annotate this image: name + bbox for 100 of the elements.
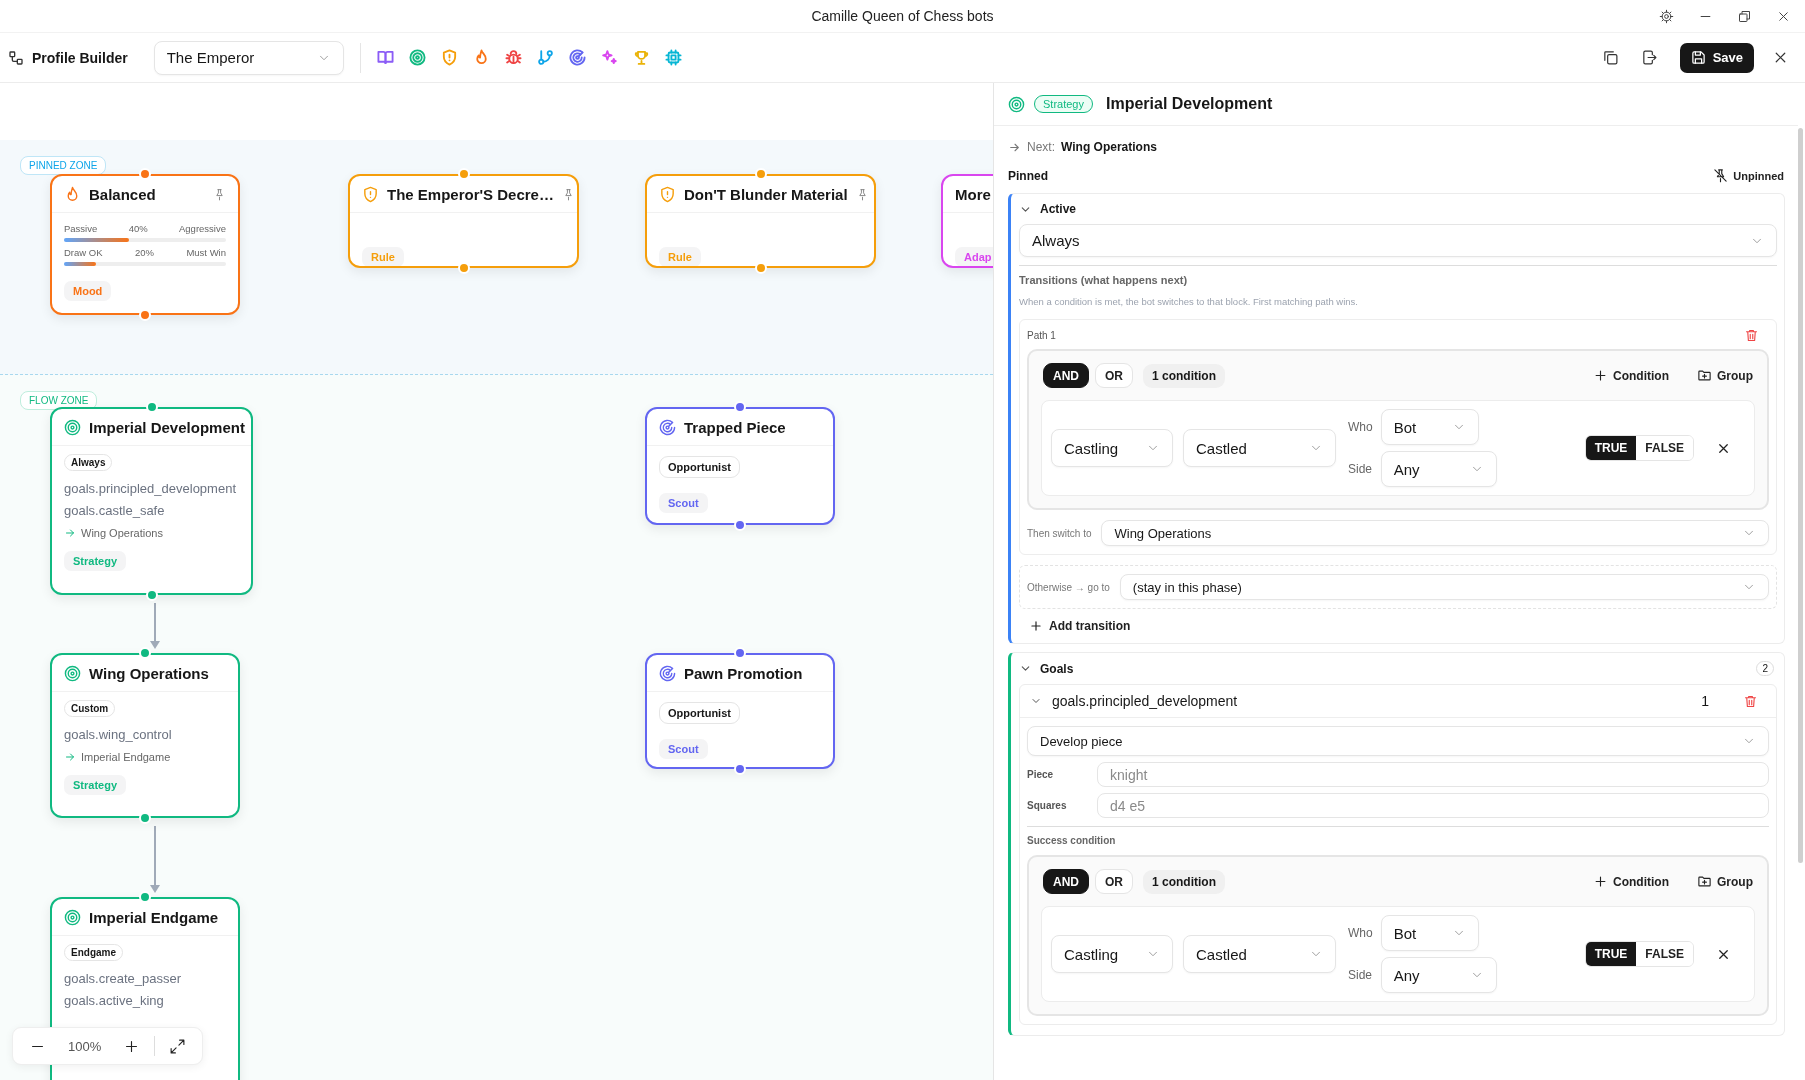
node-card[interactable]: Wing Operations Custom goals.wing_control Imperial Endgame Strategy (50, 653, 240, 818)
window-title: Camille Queen of Chess bots (811, 8, 994, 24)
add-condition-button[interactable]: Condition (1593, 874, 1669, 889)
trophy-icon[interactable] (632, 49, 650, 66)
restore-icon[interactable] (1737, 8, 1752, 24)
node-card[interactable]: Trapped Piece Opportunist Scout (645, 407, 835, 525)
node-title: Imperial Development (89, 419, 245, 436)
goal-text: goals.wing_control (64, 727, 172, 742)
category-tag: Adap (955, 247, 993, 266)
trigger-pill: Custom (64, 700, 116, 717)
truth-toggle[interactable]: TRUE (1585, 436, 1637, 460)
target-dropdown[interactable]: Wing Operations (1101, 520, 1769, 546)
input-field[interactable]: knight (1097, 762, 1769, 787)
pin-icon[interactable] (213, 188, 226, 201)
delete-icon[interactable] (1744, 328, 1759, 343)
node-title: Balanced (89, 186, 156, 203)
plus-icon (1593, 874, 1608, 889)
target-icon (64, 665, 81, 682)
chip-icon[interactable] (664, 49, 682, 66)
node-card[interactable]: Don'T Blunder Material Rule (645, 174, 876, 268)
pin-toggle[interactable]: Unpinned (1713, 168, 1784, 183)
dropdown[interactable]: Castling (1051, 935, 1173, 973)
radar-icon[interactable] (568, 49, 586, 66)
add-transition-button[interactable]: Add transition (1029, 619, 1131, 633)
save-button[interactable]: Save (1679, 42, 1754, 73)
branch-icon[interactable] (536, 49, 554, 66)
export-icon[interactable] (1640, 49, 1658, 66)
block-title: Imperial Development (1105, 95, 1273, 113)
field-label: Squares (1027, 800, 1068, 811)
action-dropdown[interactable]: Develop piece (1027, 726, 1769, 756)
slider-label: Passive (64, 223, 98, 234)
save-icon (1690, 50, 1706, 65)
section-title: Goals (1040, 661, 1074, 676)
trigger-dropdown[interactable]: Always (1019, 224, 1777, 257)
target-icon[interactable] (408, 49, 426, 66)
field-label: Piece (1027, 769, 1055, 780)
category-tag: Scout (659, 493, 708, 513)
hint-text: When a condition is met, the bot switches to that block. First matching path wins. (1019, 296, 1359, 307)
node-title: More (955, 186, 991, 203)
shield-icon (362, 186, 379, 203)
target-icon (1008, 95, 1025, 113)
plus-icon (1593, 368, 1608, 383)
dropdown[interactable]: Castled (1183, 429, 1336, 467)
trigger-pill: Endgame (64, 944, 123, 961)
target-icon (64, 419, 81, 436)
connector-arrow (150, 602, 160, 649)
dropdown[interactable]: Any (1380, 957, 1497, 993)
zone-label: PINNED ZONE (20, 156, 107, 175)
dropdown[interactable]: Bot (1380, 915, 1479, 951)
scrollbar-thumb[interactable] (1798, 128, 1803, 863)
settings-icon[interactable] (1659, 8, 1674, 24)
slider-track[interactable] (64, 238, 226, 242)
input-field[interactable]: d4 e5 (1097, 793, 1769, 818)
node-title: The Emperor'S Decre… (387, 186, 554, 203)
category-tag: Rule (362, 247, 404, 266)
add-group-button[interactable]: Group (1697, 874, 1753, 889)
book-icon[interactable] (376, 49, 394, 66)
logic-toggle[interactable]: OR (1095, 869, 1133, 894)
fit-view-icon[interactable] (169, 1037, 187, 1055)
next-value: Wing Operations (1061, 140, 1157, 154)
dropdown[interactable]: Bot (1380, 409, 1479, 445)
next-block-text: Wing Operations (81, 527, 163, 539)
slider-label: Must Win (186, 247, 226, 258)
delete-icon[interactable] (1743, 693, 1758, 709)
category-tag: Strategy (64, 775, 127, 795)
dropdown[interactable]: Castled (1183, 935, 1336, 973)
field-label: Then switch to (1027, 527, 1092, 539)
logic-toggle[interactable]: OR (1095, 363, 1133, 388)
logic-toggle[interactable]: AND (1043, 869, 1089, 894)
sparkles-icon[interactable] (600, 49, 618, 66)
profile-dropdown[interactable]: The Emperor (153, 40, 344, 75)
slider-label: Aggressive (179, 223, 226, 234)
dropdown[interactable]: Any (1380, 451, 1497, 487)
radar-icon (659, 665, 676, 682)
add-group-button[interactable]: Group (1697, 368, 1753, 383)
logic-toggle[interactable]: AND (1043, 363, 1089, 388)
node-card[interactable]: Pawn Promotion Opportunist Scout (645, 653, 835, 769)
node-card[interactable]: Imperial Development Always goals.principled_development goals.castle_safe Wing Operations Strategy (50, 407, 253, 595)
shield-icon (659, 186, 676, 203)
zone-label: FLOW ZONE (20, 391, 98, 410)
node-card[interactable]: More Adap (941, 174, 993, 268)
trigger-pill: Always (64, 454, 113, 471)
node-title: Imperial Endgame (89, 909, 219, 926)
role-pill: Opportunist (659, 702, 740, 724)
app-name: Profile Builder (32, 49, 128, 66)
folder-plus-icon (1697, 368, 1712, 383)
bug-icon[interactable] (504, 49, 522, 66)
copy-icon[interactable] (1601, 49, 1619, 66)
slider-label: Draw OK (64, 247, 103, 258)
dropdown[interactable]: Castling (1051, 429, 1173, 467)
connector-arrow (150, 825, 160, 893)
shield-icon[interactable] (440, 49, 458, 66)
node-card[interactable]: Balanced Passive 40% Aggressive Draw OK 20% Must Win Mood (50, 174, 240, 315)
truth-toggle[interactable]: TRUE (1585, 942, 1637, 966)
next-label: Next: (1027, 140, 1055, 154)
radar-icon (659, 419, 676, 436)
node-card[interactable]: The Emperor'S Decre… Rule (348, 174, 579, 268)
fallback-dropdown[interactable]: (stay in this phase) (1119, 574, 1769, 600)
nodes-icon (8, 49, 24, 66)
add-condition-button[interactable]: Condition (1593, 368, 1669, 383)
